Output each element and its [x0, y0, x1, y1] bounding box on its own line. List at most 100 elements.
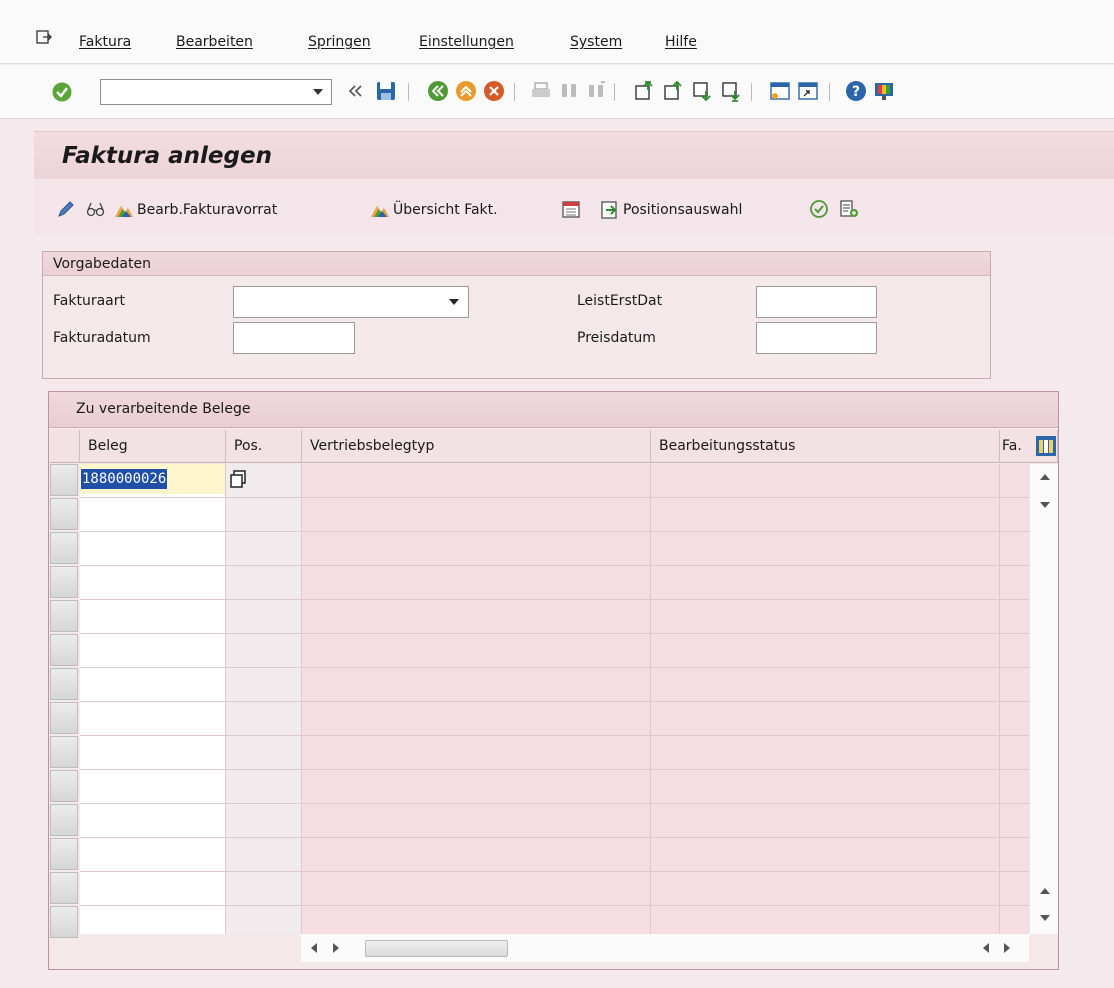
row-selector[interactable]	[50, 566, 78, 598]
row-selector[interactable]	[50, 702, 78, 734]
previous-page-icon[interactable]	[662, 80, 684, 102]
menu-system[interactable]: System	[570, 34, 622, 50]
grid-line	[80, 769, 1029, 770]
customize-layout-icon[interactable]	[873, 80, 895, 102]
enter-icon[interactable]	[52, 82, 72, 102]
column-header-beleg[interactable]: Beleg	[80, 430, 226, 463]
first-page-icon[interactable]	[633, 80, 655, 102]
grid-line	[80, 735, 1029, 736]
preisdatum-field[interactable]	[756, 322, 877, 354]
copy-icon[interactable]	[228, 469, 248, 489]
row-selector[interactable]	[50, 770, 78, 802]
menu-hilfe[interactable]: Hilfe	[665, 34, 697, 50]
display-glasses-icon[interactable]	[86, 199, 106, 219]
standard-toolbar: ?	[0, 65, 1114, 119]
menu-bar: Faktura Bearbeiten Springen Einstellunge…	[0, 0, 1114, 64]
row-selector[interactable]	[50, 736, 78, 768]
fakturadatum-label: Fakturadatum	[53, 330, 151, 346]
row-selector[interactable]	[50, 634, 78, 666]
horizontal-scrollbar[interactable]	[301, 934, 1029, 962]
scroll-right-icon[interactable]	[1004, 943, 1010, 953]
row-selector[interactable]	[50, 872, 78, 904]
save-icon[interactable]	[375, 80, 397, 102]
vertical-scrollbar[interactable]	[1029, 464, 1058, 934]
row-selector[interactable]	[50, 600, 78, 632]
fakturaart-field[interactable]	[233, 286, 469, 318]
menu-bearbeiten[interactable]: Bearbeiten	[176, 34, 253, 50]
title-bar: Faktura anlegen	[34, 131, 1114, 179]
grid-line	[80, 497, 1029, 498]
row-selector[interactable]	[50, 804, 78, 836]
grid-line	[80, 565, 1029, 566]
chevron-down-icon[interactable]	[449, 299, 459, 305]
leisterstdat-label: LeistErstDat	[577, 293, 663, 309]
column-readonly-area	[302, 464, 1029, 934]
grid-line	[301, 464, 302, 934]
row-selector[interactable]	[50, 838, 78, 870]
grid-line	[80, 905, 1029, 906]
row-selector[interactable]	[50, 906, 78, 938]
svg-text:?: ?	[852, 84, 860, 100]
scroll-page-up-icon[interactable]	[1040, 888, 1050, 894]
grid-line	[80, 803, 1029, 804]
toolbar-separator	[514, 83, 515, 101]
positionsauswahl-button[interactable]: Positionsauswahl	[600, 200, 742, 220]
uebersicht-fakt-button[interactable]: Übersicht Fakt.	[370, 200, 498, 220]
menu-einstellungen[interactable]: Einstellungen	[419, 34, 514, 50]
beleg-cell-value[interactable]: 1880000026	[81, 469, 168, 489]
last-page-icon[interactable]	[720, 80, 742, 102]
column-header-vertriebsbelegtyp[interactable]: Vertriebsbelegtyp	[302, 430, 651, 463]
exit-icon[interactable]	[455, 80, 477, 102]
toolbar-separator	[829, 83, 830, 101]
row-selector[interactable]	[50, 464, 78, 496]
next-page-icon[interactable]	[691, 80, 713, 102]
grid-line	[225, 464, 226, 934]
cancel-icon[interactable]	[483, 80, 505, 102]
scroll-left-icon[interactable]	[983, 943, 989, 953]
add-list-icon[interactable]	[839, 199, 859, 219]
select-all-header[interactable]	[50, 430, 80, 463]
column-header-bearbeitungsstatus[interactable]: Bearbeitungsstatus	[651, 430, 1000, 463]
menu-faktura[interactable]: Faktura	[79, 34, 131, 50]
chevron-down-icon[interactable]	[313, 89, 323, 95]
new-session-icon[interactable]	[769, 80, 791, 102]
scroll-thumb[interactable]	[365, 940, 508, 957]
scroll-left-icon[interactable]	[311, 943, 317, 953]
command-field[interactable]	[100, 79, 332, 105]
grid-line	[80, 633, 1029, 634]
scroll-down-icon[interactable]	[1040, 502, 1050, 508]
bearb-fakturavorrat-button[interactable]: Bearb.Fakturavorrat	[114, 200, 277, 220]
column-header-fa-label: Fa.	[1002, 438, 1022, 454]
back-double-icon[interactable]	[344, 80, 366, 102]
menu-springen[interactable]: Springen	[308, 34, 371, 50]
mountain-icon	[371, 206, 389, 217]
grid-line	[80, 837, 1029, 838]
grid-line	[999, 464, 1000, 934]
row-selector[interactable]	[50, 498, 78, 530]
column-beleg	[80, 464, 226, 934]
back-icon[interactable]	[427, 80, 449, 102]
scroll-up-icon[interactable]	[1040, 474, 1050, 480]
fakturadatum-field[interactable]	[233, 322, 355, 354]
print-icon	[532, 82, 550, 97]
column-header-pos[interactable]: Pos.	[226, 430, 302, 463]
mountain-icon	[115, 206, 133, 217]
menu-exit-icon[interactable]	[36, 30, 52, 44]
grid-line	[80, 531, 1029, 532]
execute-check-icon[interactable]	[809, 199, 829, 219]
row-selector[interactable]	[50, 668, 78, 700]
leisterstdat-field[interactable]	[756, 286, 877, 318]
uebersicht-fakt-label: Übersicht Fakt.	[393, 202, 498, 218]
bearb-fakturavorrat-label: Bearb.Fakturavorrat	[137, 202, 278, 218]
shortcut-icon[interactable]	[797, 80, 819, 102]
pencil-icon[interactable]	[56, 199, 76, 219]
row-selector[interactable]	[50, 532, 78, 564]
column-layout-icon[interactable]	[1035, 435, 1057, 457]
scroll-page-down-icon[interactable]	[1040, 915, 1050, 921]
belege-table-title: Zu verarbeitende Belege	[76, 401, 251, 417]
fakturaart-label: Fakturaart	[53, 293, 125, 309]
help-icon[interactable]: ?	[845, 80, 867, 102]
scroll-right-icon[interactable]	[333, 943, 339, 953]
calendar-icon[interactable]	[561, 199, 581, 219]
toolbar-separator	[408, 83, 409, 101]
